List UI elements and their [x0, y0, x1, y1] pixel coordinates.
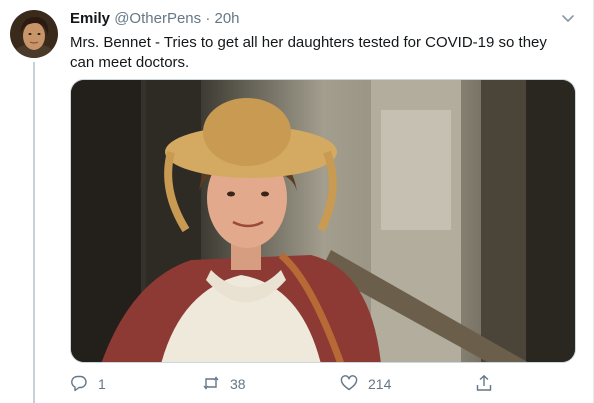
chevron-down-icon[interactable] — [560, 10, 576, 26]
tweet-header: Emily @OtherPens · 20h — [70, 9, 564, 29]
avatar[interactable] — [10, 10, 58, 58]
share-icon — [475, 374, 503, 395]
tweet-media-image[interactable] — [70, 79, 576, 363]
tweet-text: Mrs. Bennet - Tries to get all her daugh… — [70, 34, 547, 71]
retweet-icon — [202, 374, 230, 395]
like-button[interactable]: 214 — [340, 372, 391, 396]
author-handle[interactable]: @OtherPens — [114, 10, 201, 27]
author-name[interactable]: Emily — [70, 10, 110, 27]
like-count: 214 — [368, 376, 392, 392]
timestamp[interactable]: 20h — [214, 10, 239, 27]
reply-button[interactable]: 1 — [70, 372, 106, 396]
share-button[interactable] — [475, 372, 503, 396]
retweet-count: 38 — [230, 376, 246, 392]
separator-dot: · — [205, 10, 211, 27]
reply-count: 1 — [98, 376, 106, 392]
tweet-actions: 1 38 214 — [70, 372, 500, 396]
heart-icon — [340, 374, 368, 395]
speech-bubble-icon — [70, 374, 98, 395]
thread-connector-line — [33, 62, 35, 403]
retweet-button[interactable]: 38 — [202, 372, 246, 396]
